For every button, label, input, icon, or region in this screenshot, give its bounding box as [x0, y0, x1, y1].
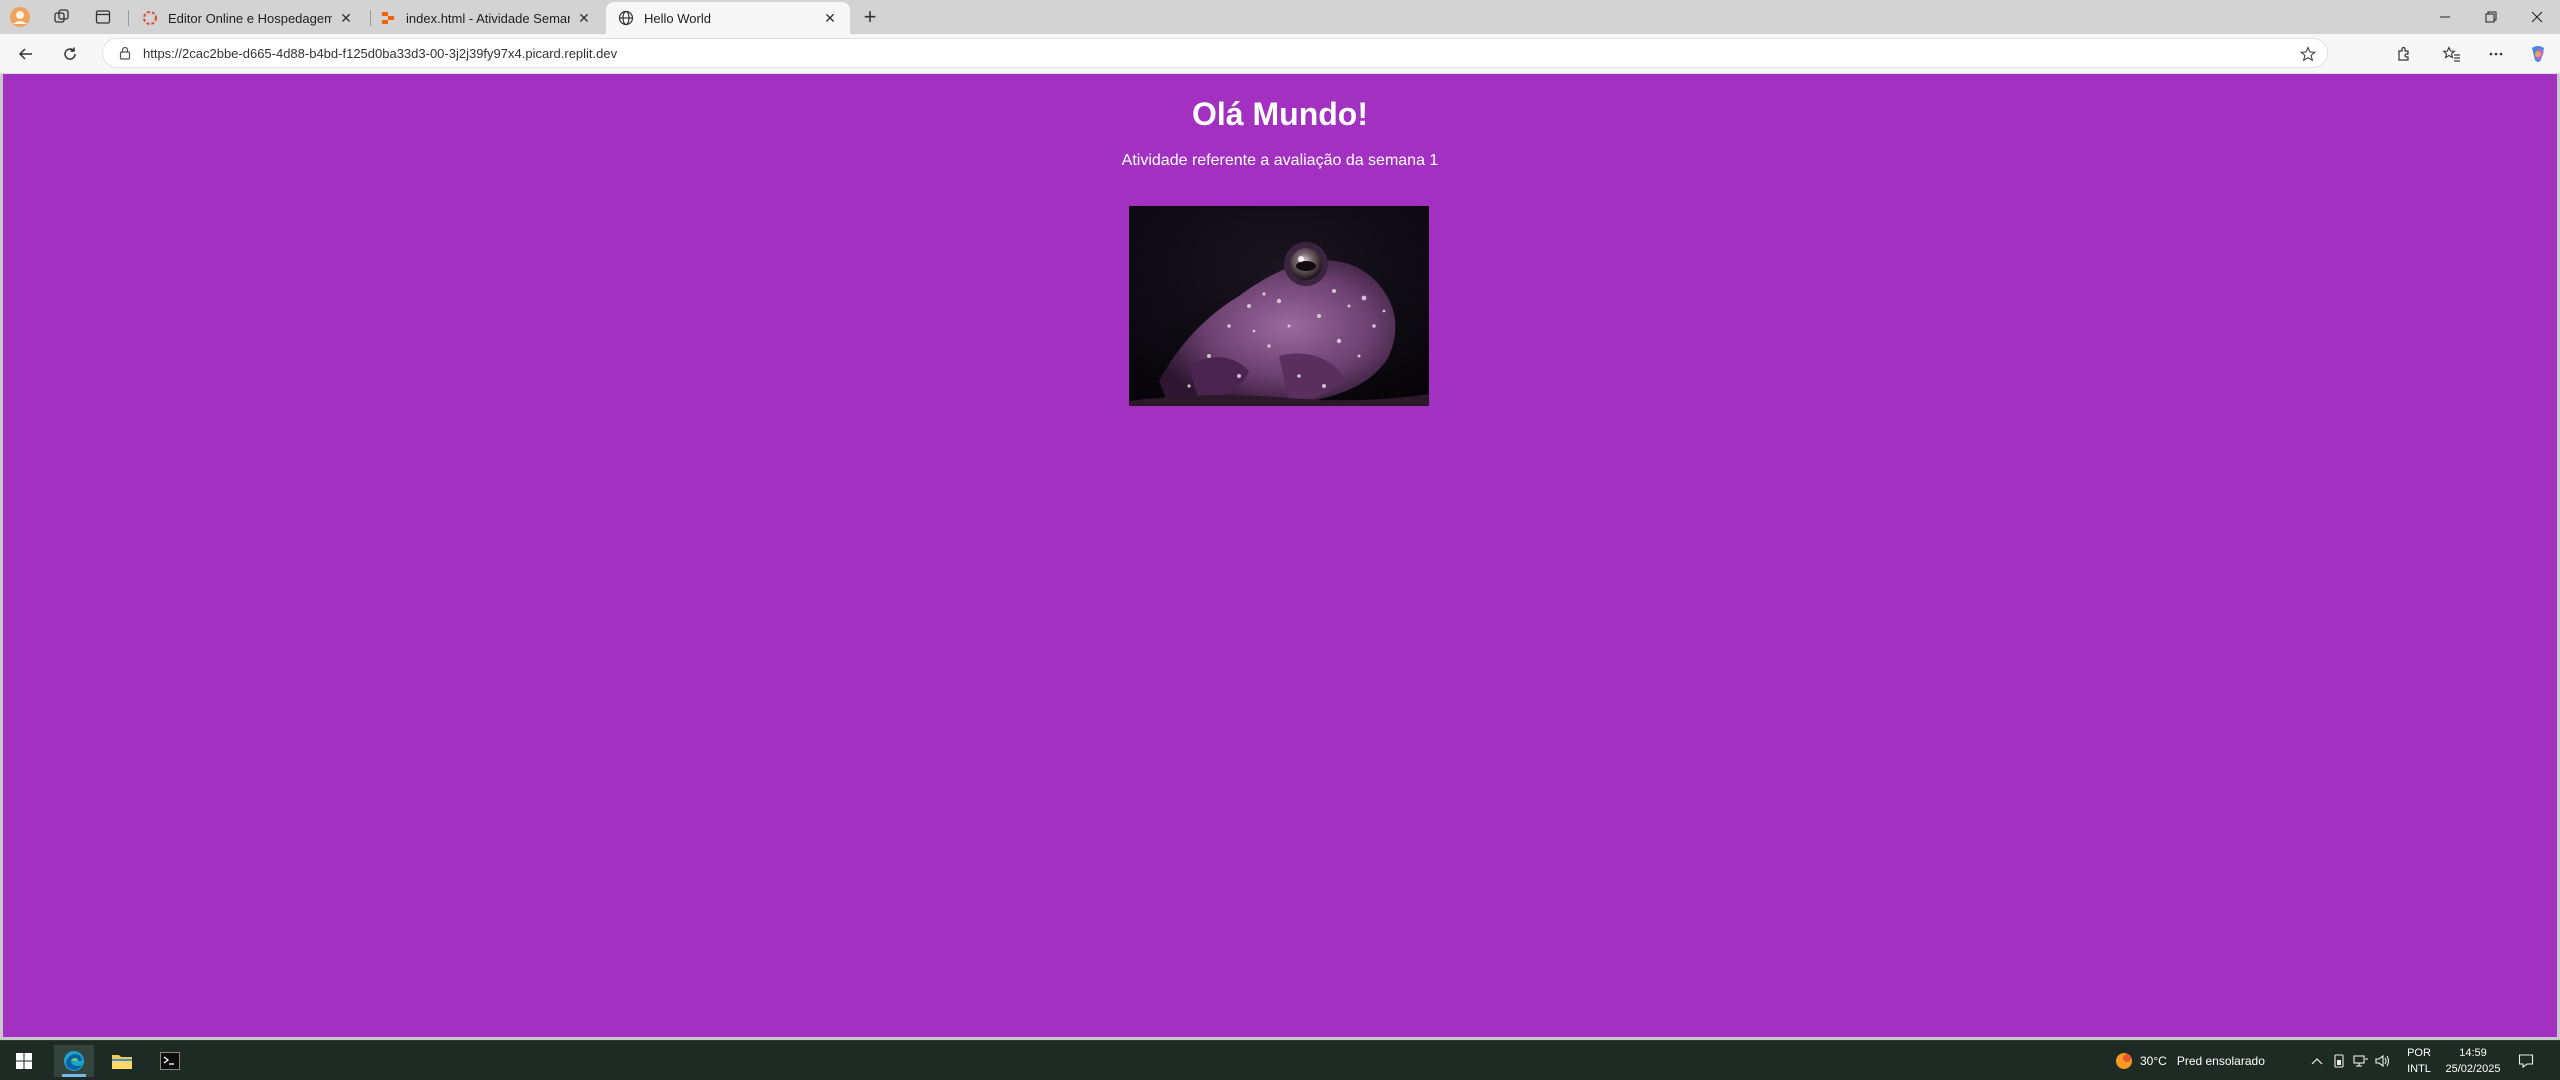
language-code: POR [2407, 1047, 2431, 1059]
favorite-star-icon[interactable] [2299, 45, 2317, 63]
browser-toolbar: https://2cac2bbe-d665-4d88-b4bd-f125d0ba… [0, 34, 2560, 74]
taskbar-terminal-button[interactable] [150, 1045, 190, 1077]
weather-sun-icon [2116, 1053, 2132, 1069]
weather-description: Pred ensolarado [2176, 1054, 2265, 1068]
weather-widget[interactable]: 30°C Pred ensolarado [2114, 1049, 2265, 1073]
taskbar-edge-button[interactable] [54, 1045, 94, 1077]
notification-center-icon[interactable] [2514, 1049, 2538, 1073]
back-button[interactable] [12, 40, 40, 68]
tab-index-html[interactable]: index.html - Atividade Semana 01 ✕ [368, 2, 604, 34]
close-tab-icon[interactable]: ✕ [822, 10, 838, 26]
url-text[interactable]: https://2cac2bbe-d665-4d88-b4bd-f125d0ba… [143, 46, 617, 61]
replit-logo-icon [380, 10, 396, 26]
extensions-icon[interactable] [2390, 40, 2418, 68]
network-icon[interactable] [2352, 1051, 2370, 1071]
tab-editor-online[interactable]: Editor Online e Hospedagem com ✕ [130, 2, 366, 34]
tab-hello-world[interactable]: Hello World ✕ [606, 2, 850, 34]
tab-title: Editor Online e Hospedagem com [168, 10, 332, 26]
more-options-icon[interactable] [2482, 40, 2510, 68]
show-hidden-icons-chevron-icon[interactable] [2308, 1051, 2326, 1071]
clock-date: 25/02/2025 [2445, 1063, 2501, 1075]
start-button[interactable] [4, 1045, 44, 1077]
tab-title: Hello World [644, 10, 711, 26]
volume-icon[interactable] [2374, 1051, 2392, 1071]
lock-icon[interactable] [117, 45, 133, 61]
profile-avatar-icon[interactable] [8, 5, 32, 29]
weather-temperature: 30°C [2140, 1054, 2167, 1068]
close-window-button[interactable] [2514, 0, 2560, 34]
windows-taskbar: 30°C Pred ensolarado POR INTL 14:59 25/0… [0, 1040, 2560, 1080]
clock-time: 14:59 [2459, 1047, 2487, 1059]
system-clock[interactable]: 14:59 25/02/2025 [2442, 1045, 2504, 1077]
minimize-button[interactable] [2422, 0, 2468, 34]
battery-icon[interactable] [2330, 1051, 2348, 1071]
purple-frog-image [1129, 206, 1429, 406]
favorites-icon[interactable] [2438, 40, 2466, 68]
page-viewport: Olá Mundo! Atividade referente a avaliaç… [3, 74, 2557, 1037]
input-language-indicator[interactable]: POR INTL [2404, 1045, 2434, 1077]
close-tab-icon[interactable]: ✕ [576, 10, 592, 26]
close-tab-icon[interactable]: ✕ [338, 10, 354, 26]
replit-spin-icon [142, 10, 158, 26]
new-tab-button[interactable]: + [856, 4, 884, 29]
copilot-icon[interactable] [2524, 40, 2552, 68]
workspaces-icon[interactable] [50, 5, 74, 29]
restore-button[interactable] [2468, 0, 2514, 34]
page-subtitle: Atividade referente a avaliação da seman… [1121, 152, 1439, 169]
page-heading: Olá Mundo! [1192, 96, 1368, 132]
taskbar-file-explorer-button[interactable] [102, 1045, 142, 1077]
tab-strip: Editor Online e Hospedagem com ✕ index.h… [0, 0, 2560, 34]
address-bar[interactable]: https://2cac2bbe-d665-4d88-b4bd-f125d0ba… [102, 38, 2328, 68]
refresh-button[interactable] [56, 40, 84, 68]
globe-icon [618, 10, 634, 26]
tab-separator [128, 10, 129, 26]
tab-title: index.html - Atividade Semana 01 [406, 10, 570, 26]
vertical-tabs-icon[interactable] [91, 5, 115, 29]
keyboard-layout: INTL [2407, 1063, 2431, 1075]
